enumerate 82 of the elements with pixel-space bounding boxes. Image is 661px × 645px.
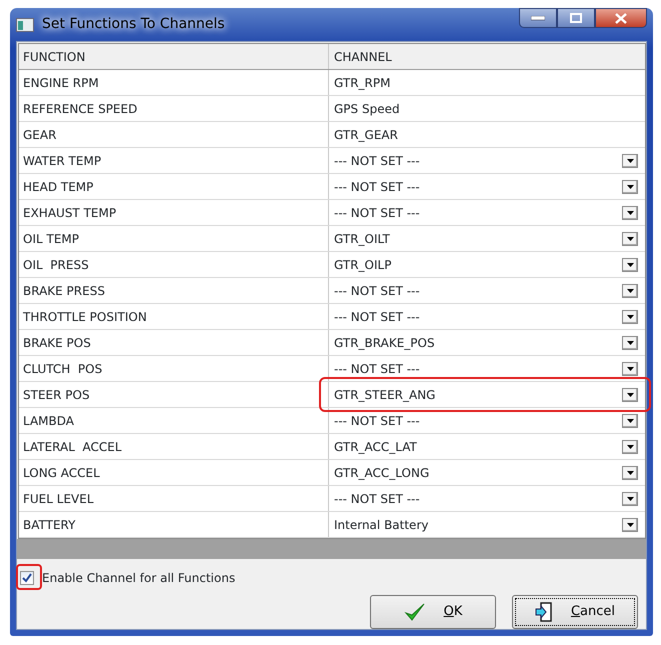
table-cell: OIL PRESS [19, 252, 329, 277]
channel-dropdown-value: GTR_OILT [334, 230, 391, 248]
table-cell: LONG ACCEL [19, 460, 329, 485]
channel-dropdown-value: --- NOT SET --- [334, 152, 421, 170]
table-cell-text: GTR_GEAR [334, 126, 399, 144]
channel-dropdown-value: --- NOT SET --- [334, 308, 421, 326]
table-cell: EXHAUST TEMP [19, 200, 329, 225]
table-cell: OIL TEMP [19, 226, 329, 251]
minimize-icon [531, 16, 545, 20]
dropdown-button[interactable] [622, 180, 638, 194]
column-header: CHANNEL [333, 48, 393, 66]
caret-icon [626, 444, 634, 448]
close-button[interactable] [595, 8, 647, 28]
channel-dropdown-value: GTR_ACC_LAT [334, 438, 418, 456]
window-title: Set Functions To Channels [42, 15, 225, 34]
caret-icon [626, 314, 634, 318]
caret-icon [626, 288, 634, 292]
caret-icon [626, 392, 634, 396]
channel-dropdown-value: --- NOT SET --- [334, 360, 421, 378]
close-icon [615, 12, 627, 24]
ok-button[interactable]: OK [370, 595, 496, 629]
table-cell: THROTTLE POSITION [19, 304, 329, 329]
caret-icon [626, 262, 634, 266]
checkmark-icon [404, 602, 426, 622]
dropdown-button[interactable] [622, 362, 638, 376]
table-cell: STEER POS [19, 382, 329, 407]
table-cell: LATERAL ACCEL [19, 434, 329, 459]
dropdown-button[interactable] [622, 154, 638, 168]
caret-icon [626, 236, 634, 240]
table-cell: BRAKE POS [19, 330, 329, 355]
minimize-button[interactable] [519, 8, 557, 28]
channel-dropdown-value: --- NOT SET --- [334, 204, 421, 222]
table-cell: FUEL LEVEL [19, 486, 329, 511]
caret-icon [626, 340, 634, 344]
caret-icon [626, 158, 634, 162]
dropdown-button[interactable] [622, 466, 638, 480]
cancel-button[interactable]: Cancel [512, 595, 638, 629]
window-icon [16, 18, 34, 32]
table-cell: CLUTCH POS [19, 356, 329, 381]
caret-icon [626, 470, 634, 474]
maximize-button[interactable] [557, 8, 595, 28]
dropdown-button[interactable] [622, 414, 638, 428]
table-cell-text: GPS Speed [334, 100, 401, 118]
dropdown-button[interactable] [622, 388, 638, 402]
table-cell: LAMBDA [19, 408, 329, 433]
caret-icon [626, 184, 634, 188]
dropdown-button[interactable] [622, 336, 638, 350]
caret-icon [626, 522, 634, 526]
dropdown-button[interactable] [622, 232, 638, 246]
table-cell: HEAD TEMP [19, 174, 329, 199]
table-cell: BATTERY [19, 512, 329, 537]
table-cell-text: GTR_RPM [334, 74, 392, 92]
checkbox[interactable] [20, 571, 34, 585]
channel-dropdown-value: GTR_ACC_LONG [334, 464, 430, 482]
maximize-icon [570, 13, 582, 23]
table-cell: GEAR [19, 122, 329, 147]
dropdown-button[interactable] [622, 440, 638, 454]
dropdown-button[interactable] [622, 206, 638, 220]
dropdown-button[interactable] [622, 284, 638, 298]
channel-dropdown-value: GTR_BRAKE_POS [334, 334, 436, 352]
channel-dropdown-value: --- NOT SET --- [334, 282, 421, 300]
caret-icon [626, 418, 634, 422]
dropdown-button[interactable] [622, 258, 638, 272]
table-cell: REFERENCE SPEED [19, 96, 329, 121]
channel-dropdown-value: GTR_STEER_ANG [334, 386, 436, 404]
channel-dropdown-value: --- NOT SET --- [334, 178, 421, 196]
caret-icon [626, 366, 634, 370]
caret-icon [626, 210, 634, 214]
channel-dropdown-value: GTR_OILP [334, 256, 392, 274]
column-header: FUNCTION [19, 44, 329, 69]
table-cell: ENGINE RPM [19, 70, 329, 95]
channel-dropdown-value: Internal Battery [334, 516, 430, 534]
dropdown-button[interactable] [622, 518, 638, 532]
door-arrow-icon [534, 602, 553, 622]
channel-dropdown-value: --- NOT SET --- [334, 412, 421, 430]
dropdown-button[interactable] [622, 492, 638, 506]
dropdown-button[interactable] [622, 310, 638, 324]
caret-icon [626, 496, 634, 500]
table-cell: BRAKE PRESS [19, 278, 329, 303]
checkbox-label: Enable Channel for all Functions [42, 570, 236, 587]
channel-dropdown-value: --- NOT SET --- [334, 490, 421, 508]
table-cell: WATER TEMP [19, 148, 329, 173]
